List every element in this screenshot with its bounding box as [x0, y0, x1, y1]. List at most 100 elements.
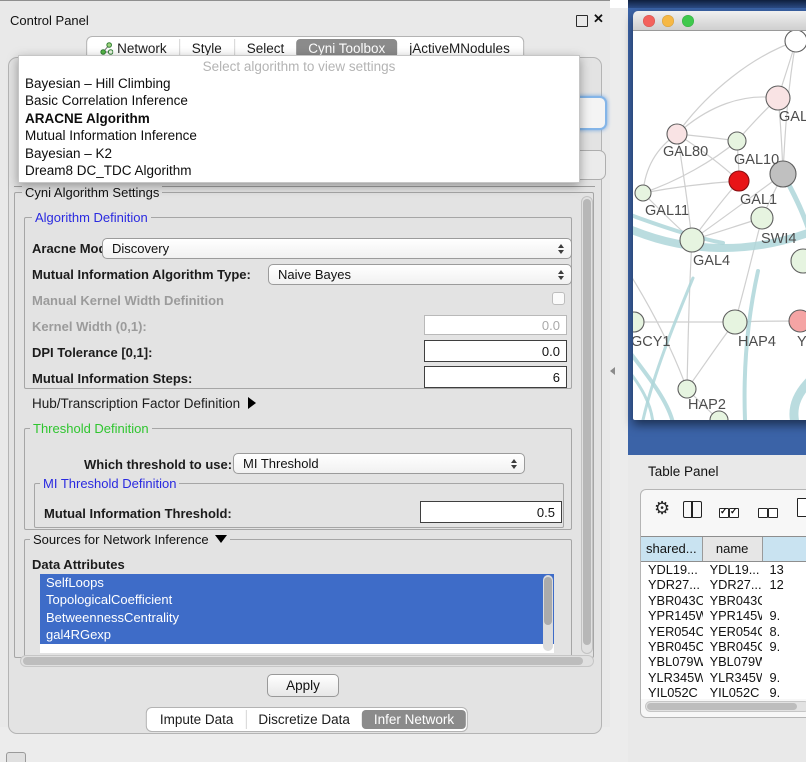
network-node[interactable] [791, 249, 806, 273]
network-node[interactable] [728, 132, 746, 150]
scrollbar-thumb[interactable] [544, 577, 552, 625]
algorithm-option[interactable]: Bayesian – K2 [19, 145, 579, 162]
dpi-tolerance-label: DPI Tolerance [0,1]: [32, 345, 152, 360]
network-node[interactable] [785, 31, 806, 52]
table-row[interactable]: YIL052CYIL052C9. [641, 685, 806, 699]
mi-threshold-field[interactable] [420, 501, 562, 523]
table-row[interactable]: YBL079WYBL079W [641, 654, 806, 669]
column-header[interactable]: name [703, 537, 763, 561]
network-node[interactable] [678, 380, 696, 398]
table-cell [762, 654, 806, 669]
network-node[interactable] [635, 185, 651, 201]
network-node[interactable] [751, 207, 773, 229]
table-row[interactable]: YDL19...YDL19...13 [641, 562, 806, 577]
minimize-traffic-light-icon[interactable] [662, 15, 674, 27]
algorithm-option[interactable]: Dream8 DC_TDC Algorithm [19, 162, 579, 179]
threshold-definition-title: Threshold Definition [30, 421, 152, 436]
network-node[interactable] [680, 228, 704, 252]
table-cell: 9. [762, 685, 806, 699]
algorithm-option[interactable]: Basic Correlation Inference [19, 92, 579, 109]
table-row[interactable]: YDR27...YDR27...12 [641, 577, 806, 592]
algorithm-list: Bayesian – Hill ClimbingBasic Correlatio… [19, 75, 579, 179]
expand-right-icon [248, 397, 256, 409]
hub-definition-toggle[interactable]: Hub/Transcription Factor Definition [32, 396, 256, 411]
column-header[interactable]: shared... [641, 537, 703, 561]
scrollbar-thumb[interactable] [647, 703, 797, 710]
manual-kernel-checkbox[interactable] [552, 292, 565, 305]
table-row[interactable]: YLR345WYLR345W9. [641, 670, 806, 685]
mi-algorithm-type-label: Mutual Information Algorithm Type: [32, 267, 251, 282]
table-row[interactable]: YER054CYER054C8. [641, 624, 806, 639]
gear-icon[interactable]: ⚙ [654, 498, 670, 519]
sources-toggle[interactable]: Sources for Network Inference [30, 532, 230, 547]
close-traffic-light-icon[interactable] [643, 15, 655, 27]
table-cell: YPR145W [703, 608, 763, 623]
network-node[interactable] [633, 312, 644, 332]
apply-button[interactable]: Apply [267, 674, 339, 697]
table-cell: YBR045C [703, 639, 763, 654]
document-icon[interactable] [797, 498, 806, 517]
mi-steps-field[interactable] [424, 366, 567, 388]
table-cell: YDR27... [703, 577, 763, 592]
network-node[interactable] [667, 124, 687, 144]
network-node[interactable] [789, 310, 806, 332]
network-view-window[interactable]: GALGAL80GAL10GAL1SWI4GAL11GAL4GCY1HAP4YH… [633, 11, 806, 420]
algorithm-option[interactable]: Mutual Information Inference [19, 127, 579, 144]
algorithm-definition-title: Algorithm Definition [32, 210, 151, 225]
node-label: GAL1 [740, 192, 777, 208]
split-columns-icon[interactable] [683, 501, 702, 518]
bottom-tab-discretize-data[interactable]: Discretize Data [245, 710, 362, 729]
table-row[interactable]: YBR043CYBR043C [641, 593, 806, 608]
stepper-arrows-icon [558, 270, 564, 280]
data-attribute-item[interactable]: SelfLoops [40, 574, 554, 591]
table-cell: 12 [762, 577, 806, 592]
table-cell: YDR27... [641, 577, 703, 592]
which-threshold-combobox[interactable]: MI Threshold [233, 453, 525, 474]
table-row[interactable]: YBR045CYBR045C9. [641, 639, 806, 654]
network-canvas[interactable]: GALGAL80GAL10GAL1SWI4GAL11GAL4GCY1HAP4YH… [633, 31, 806, 420]
node-label: GAL [779, 109, 806, 125]
algorithm-option[interactable]: Bayesian – Hill Climbing [19, 75, 579, 92]
zoom-traffic-light-icon[interactable] [682, 15, 694, 27]
mi-algorithm-type-combobox[interactable]: Naive Bayes [268, 264, 572, 285]
close-panel-icon[interactable]: ✕ [593, 11, 604, 27]
table-cell: YLR345W [703, 670, 763, 685]
collapse-down-icon [215, 535, 227, 543]
data-attribute-item[interactable]: TopologicalCoefficient [40, 591, 554, 608]
table-cell: YBR043C [641, 593, 703, 608]
data-attribute-item[interactable]: BetweennessCentrality [40, 609, 554, 626]
column-header[interactable] [763, 537, 806, 561]
minimized-panel-icon[interactable] [6, 752, 26, 762]
table-cell [762, 593, 806, 608]
bottom-tab-impute-data[interactable]: Impute Data [148, 710, 246, 729]
settings-horizontal-scrollbar[interactable] [20, 655, 594, 667]
network-node[interactable] [729, 171, 749, 191]
float-panel-icon[interactable] [576, 15, 588, 27]
network-node[interactable] [723, 310, 747, 334]
dpi-tolerance-field[interactable] [424, 340, 567, 362]
table-horizontal-scrollbar[interactable] [645, 701, 806, 712]
algorithm-option[interactable]: ARACNE Algorithm [19, 110, 579, 127]
deselect-all-icon[interactable] [758, 505, 778, 523]
table-cell: YIL052C [703, 685, 763, 699]
aracne-mode-combobox[interactable]: Discovery [102, 238, 572, 259]
panel-title: Control Panel [10, 13, 89, 28]
node-label: HAP2 [688, 397, 726, 413]
bottom-tab-infer-network[interactable]: Infer Network [362, 710, 466, 729]
data-attribute-item[interactable]: gal4RGexp [40, 626, 554, 643]
scrollbar-thumb[interactable] [23, 657, 583, 665]
node-label: GAL10 [734, 152, 779, 168]
hub-definition-label: Hub/Transcription Factor Definition [32, 396, 240, 411]
scrollbar-thumb[interactable] [583, 199, 591, 645]
network-window-titlebar[interactable] [633, 11, 806, 31]
table-cell: YDL19... [703, 562, 763, 577]
table-row[interactable]: YPR145WYPR145W9. [641, 608, 806, 623]
kernel-width-field[interactable] [424, 315, 567, 335]
network-node[interactable] [766, 86, 790, 110]
table-cell: YDL19... [641, 562, 703, 577]
screenshot-root: Control Panel ✕ NetworkStyleSelectCyni T… [0, 0, 806, 762]
splitter-arrow-icon[interactable] [610, 367, 615, 375]
settings-vertical-scrollbar[interactable] [581, 196, 593, 654]
list-scrollbar[interactable] [543, 575, 553, 651]
select-all-icon[interactable] [719, 505, 739, 523]
